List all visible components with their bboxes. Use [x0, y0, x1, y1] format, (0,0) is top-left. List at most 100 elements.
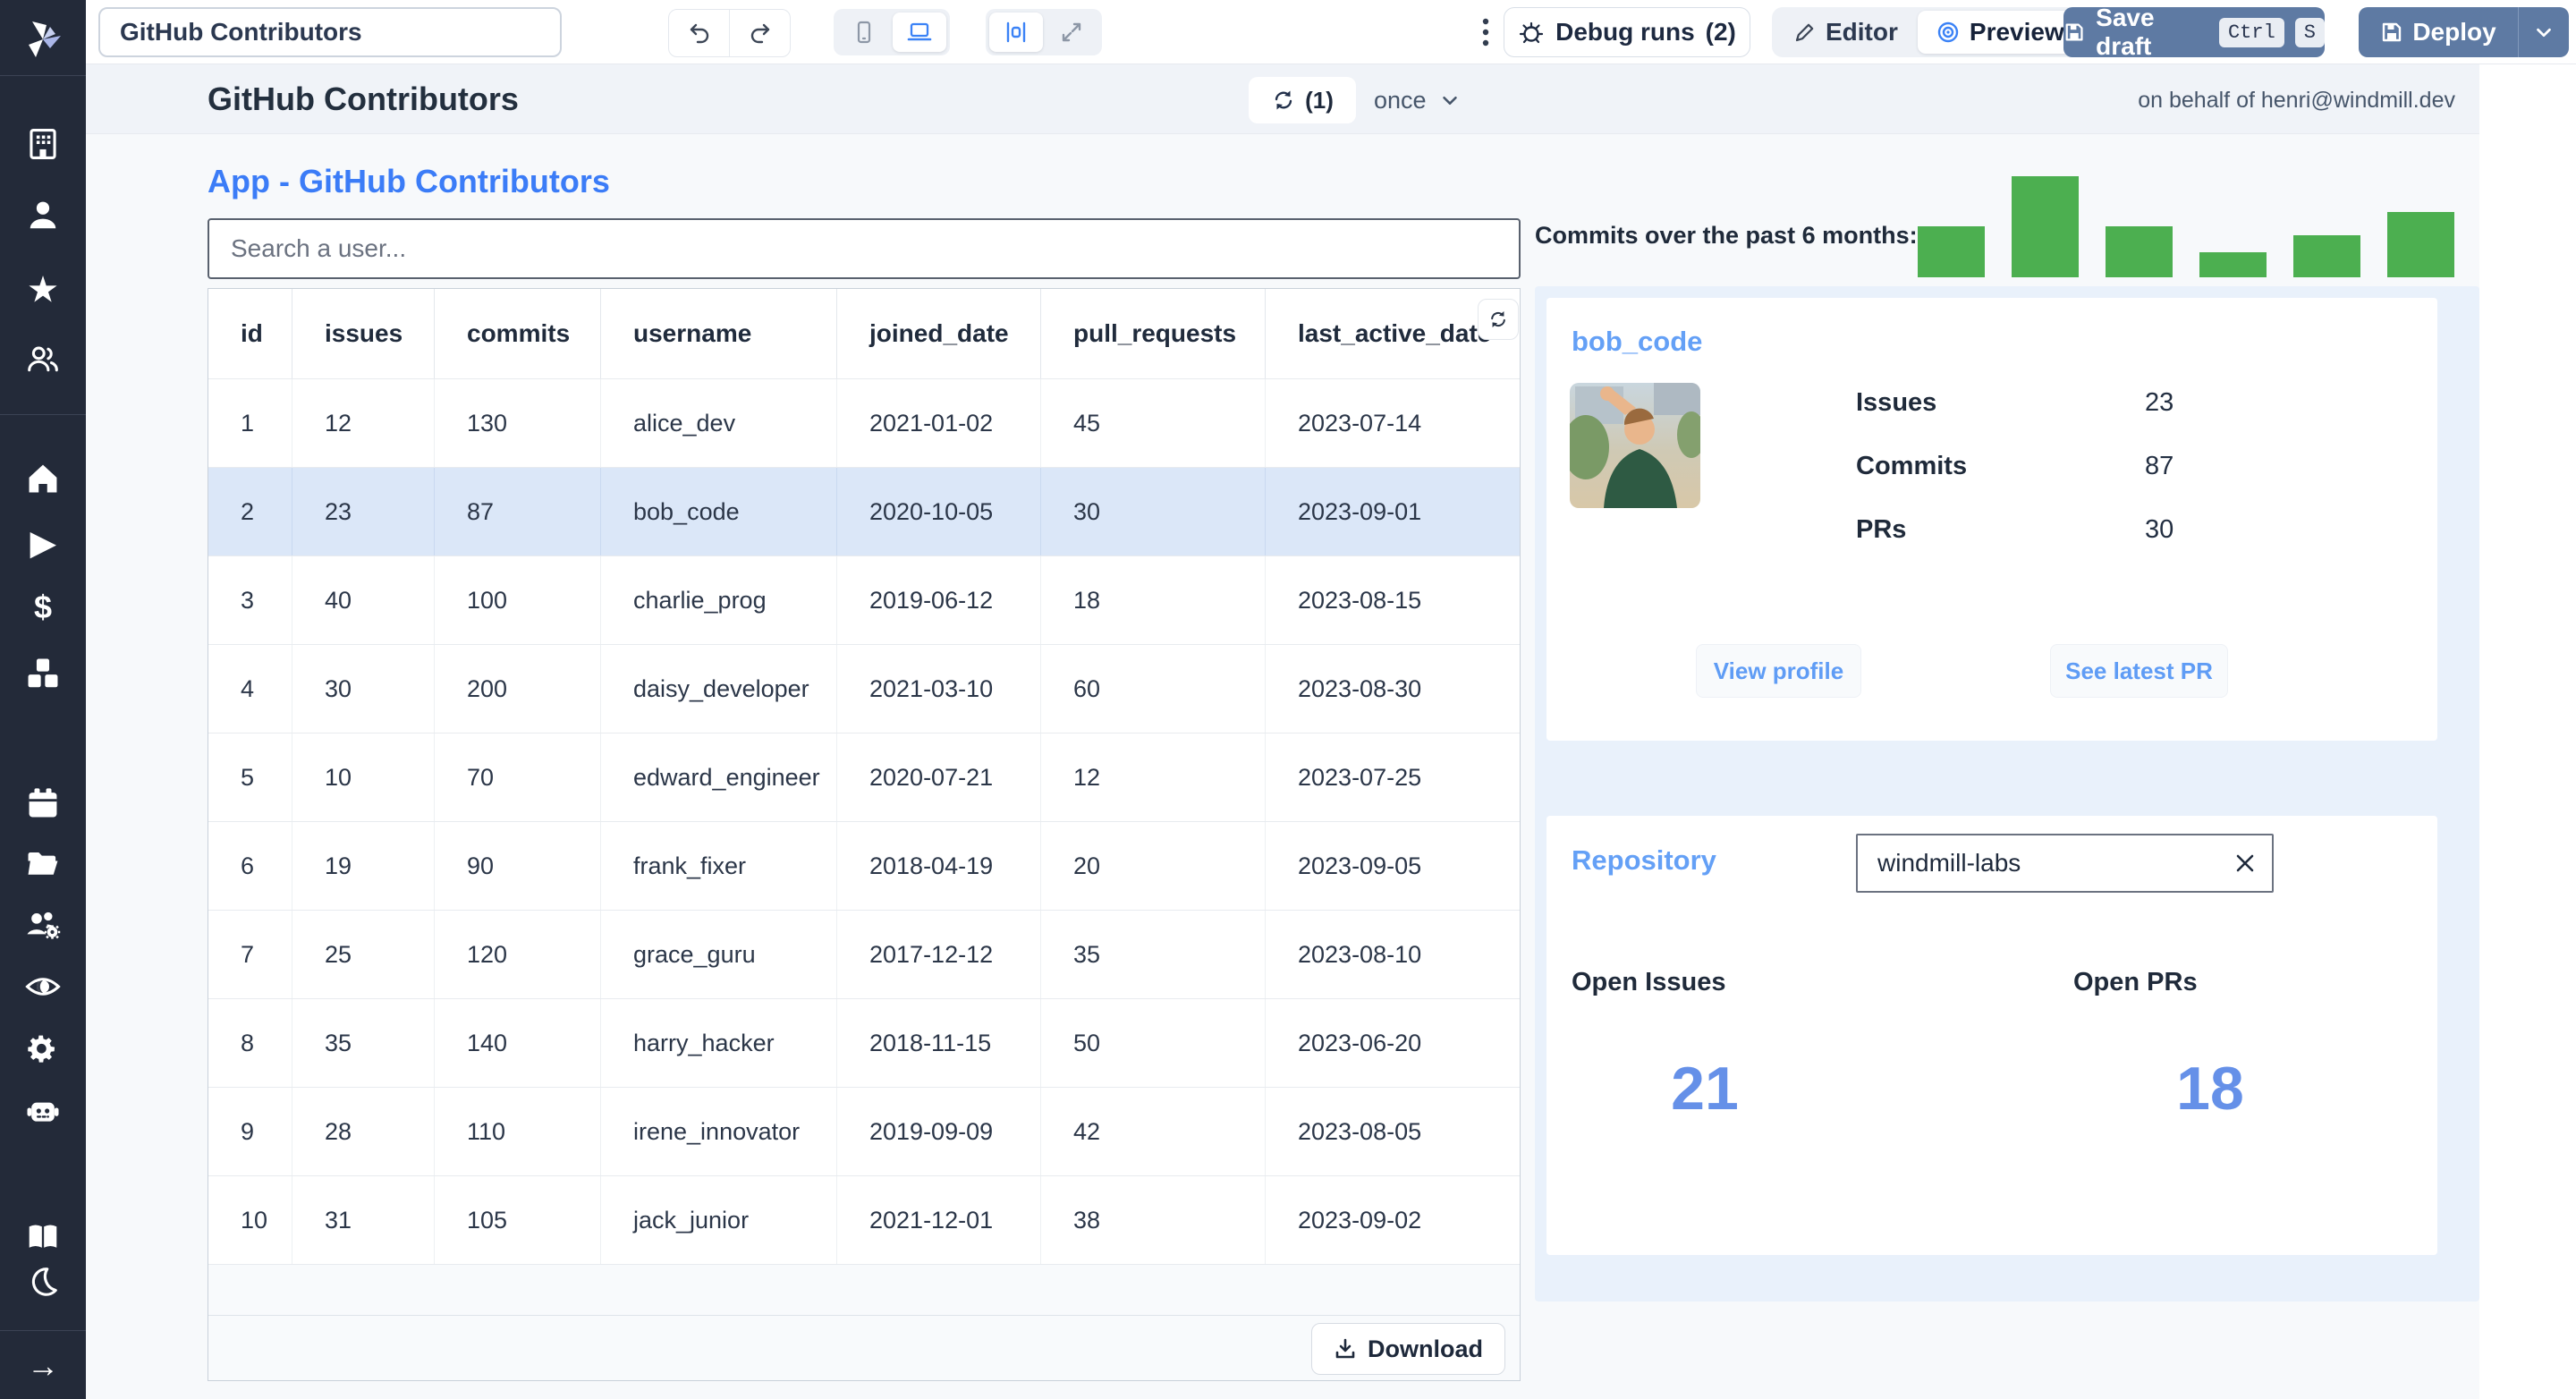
- sidebar-item-workspace[interactable]: [0, 124, 86, 164]
- table-row[interactable]: 7 25 120 grace_guru 2017-12-12 35 2023-08-10: [208, 910, 1520, 998]
- table-row[interactable]: 2 23 87 bob_code 2020-10-05 30 2023-09-01: [208, 467, 1520, 555]
- undo-button[interactable]: [669, 10, 729, 56]
- table-refresh-button[interactable]: [1478, 299, 1519, 340]
- stat-value-prs: 30: [2145, 515, 2174, 544]
- table-row[interactable]: 4 30 200 daisy_developer 2021-03-10 60 2023-08…: [208, 644, 1520, 733]
- sidebar-item-folders[interactable]: [0, 844, 86, 884]
- column-header-id[interactable]: id: [208, 289, 292, 378]
- table-cell: charlie_prog: [600, 556, 836, 644]
- redo-button[interactable]: [729, 10, 790, 56]
- table-row[interactable]: 5 10 70 edward_engineer 2020-07-21 12 2023-07-…: [208, 733, 1520, 821]
- sidebar-item-settings[interactable]: [0, 1029, 86, 1068]
- column-header-joined-date[interactable]: joined_date: [836, 289, 1040, 378]
- center-align-button[interactable]: [989, 13, 1043, 52]
- table-cell: 4: [241, 674, 255, 702]
- save-draft-button[interactable]: Save draft Ctrl S: [2063, 4, 2325, 60]
- column-header-commits[interactable]: commits: [434, 289, 600, 378]
- download-label: Download: [1368, 1335, 1483, 1362]
- search-input[interactable]: [208, 218, 1521, 279]
- table-cell: 2023-09-02: [1265, 1176, 1520, 1264]
- clear-repository-button[interactable]: [2218, 835, 2272, 891]
- table-cell: 28: [292, 1088, 434, 1175]
- deploy-button[interactable]: Deploy: [2359, 7, 2518, 57]
- table-row[interactable]: 6 19 90 frank_fixer 2018-04-19 20 2023-09-05: [208, 821, 1520, 910]
- table-cell: 18: [1040, 556, 1265, 644]
- table-cell: 2: [241, 497, 255, 525]
- desktop-view-button[interactable]: [893, 13, 946, 52]
- table-cell: 12: [1040, 733, 1265, 821]
- schedule-label: once: [1374, 86, 1427, 114]
- redo-icon: [750, 23, 769, 44]
- column-header-issues[interactable]: issues: [292, 289, 434, 378]
- sidebar-divider-middle: [0, 414, 86, 415]
- kebab-icon: [1482, 18, 1489, 47]
- commit-bar: [2293, 235, 2360, 277]
- table-cell: 2018-04-19: [836, 822, 1040, 910]
- table-row[interactable]: 1 12 130 alice_dev 2021-01-02 45 2023-07-14: [208, 378, 1520, 467]
- sidebar-item-runs[interactable]: ▶: [0, 523, 86, 563]
- commits-chart-label: Commits over the past 6 months:: [1535, 222, 1918, 249]
- table-cell: daisy_developer: [600, 645, 836, 733]
- table-cell: 8: [241, 1029, 255, 1056]
- sidebar-item-workers[interactable]: [0, 906, 86, 945]
- app-refresh-button[interactable]: (1): [1249, 77, 1356, 123]
- commit-bar: [2387, 212, 2454, 277]
- open-prs-label: Open PRs: [2073, 968, 2198, 996]
- table-cell: 2021-01-02: [836, 379, 1040, 467]
- home-icon: [29, 464, 57, 493]
- chevron-down-icon: [2537, 28, 2551, 38]
- eye-icon: [25, 978, 61, 996]
- table-cell: 200: [434, 645, 600, 733]
- sidebar-item-resources[interactable]: [0, 654, 86, 693]
- view-profile-button[interactable]: View profile: [1696, 644, 1861, 698]
- sidebar-item-user[interactable]: [0, 196, 86, 235]
- deploy-dropdown-button[interactable]: [2519, 7, 2569, 57]
- windmill-logo-icon: [29, 21, 61, 57]
- stat-label-issues: Issues: [1856, 388, 1937, 417]
- fullscreen-button[interactable]: [1045, 13, 1098, 52]
- workspace-icon: [30, 129, 56, 159]
- table-row[interactable]: 8 35 140 harry_hacker 2018-11-15 50 2023-06-20: [208, 998, 1520, 1087]
- windmill-logo[interactable]: [0, 20, 86, 59]
- repository-input-field: [1856, 834, 2274, 893]
- sidebar-item-variables[interactable]: $: [0, 588, 86, 627]
- download-button[interactable]: Download: [1311, 1323, 1505, 1375]
- moon-icon: [31, 1268, 57, 1296]
- preview-tab[interactable]: Preview: [1917, 11, 2082, 54]
- table-row[interactable]: 9 28 110 irene_innovator 2019-09-09 42 2023-08…: [208, 1087, 1520, 1175]
- sidebar-item-ai[interactable]: [0, 1091, 86, 1131]
- sidebar-item-docs[interactable]: [0, 1217, 86, 1257]
- profile-card-title: bob_code: [1572, 326, 1703, 357]
- column-header-pull-requests[interactable]: pull_requests: [1040, 289, 1265, 378]
- table-row[interactable]: 3 40 100 charlie_prog 2019-06-12 18 2023-08-15: [208, 555, 1520, 644]
- sidebar-item-groups[interactable]: [0, 340, 86, 379]
- more-menu-button[interactable]: [1471, 13, 1500, 52]
- column-header-username[interactable]: username: [600, 289, 836, 378]
- sidebar-item-home[interactable]: [0, 459, 86, 498]
- commit-bar: [2199, 252, 2267, 277]
- debug-runs-button[interactable]: Debug runs (2): [1504, 7, 1750, 57]
- sidebar-item-audit-logs[interactable]: [0, 967, 86, 1006]
- sidebar-item-dark-mode[interactable]: [0, 1262, 86, 1301]
- see-latest-pr-label: See latest PR: [2065, 657, 2213, 684]
- refresh-icon: [1275, 90, 1292, 110]
- save-draft-label: Save draft: [2096, 4, 2155, 60]
- expand-icon: [1062, 22, 1081, 42]
- open-issues-label: Open Issues: [1572, 968, 1726, 996]
- sidebar-item-favorites[interactable]: ★: [0, 270, 86, 309]
- sidebar-item-expand[interactable]: →: [0, 1346, 86, 1386]
- app-name-input[interactable]: [98, 7, 562, 57]
- sidebar-item-schedules[interactable]: [0, 784, 86, 823]
- gear-icon: [28, 1035, 55, 1063]
- repository-input[interactable]: [1858, 849, 2218, 878]
- table-row[interactable]: 10 31 105 jack_junior 2021-12-01 38 2023-09-02: [208, 1175, 1520, 1264]
- table-cell: 6: [241, 852, 255, 879]
- mobile-view-button[interactable]: [837, 13, 891, 52]
- sidebar-divider-bottom: [0, 1330, 86, 1331]
- table-cell: 2017-12-12: [836, 911, 1040, 998]
- table-cell: grace_guru: [600, 911, 836, 998]
- table-cell: 90: [434, 822, 600, 910]
- schedule-dropdown[interactable]: once: [1374, 77, 1461, 123]
- see-latest-pr-button[interactable]: See latest PR: [2050, 644, 2228, 698]
- editor-tab[interactable]: Editor: [1775, 11, 1916, 54]
